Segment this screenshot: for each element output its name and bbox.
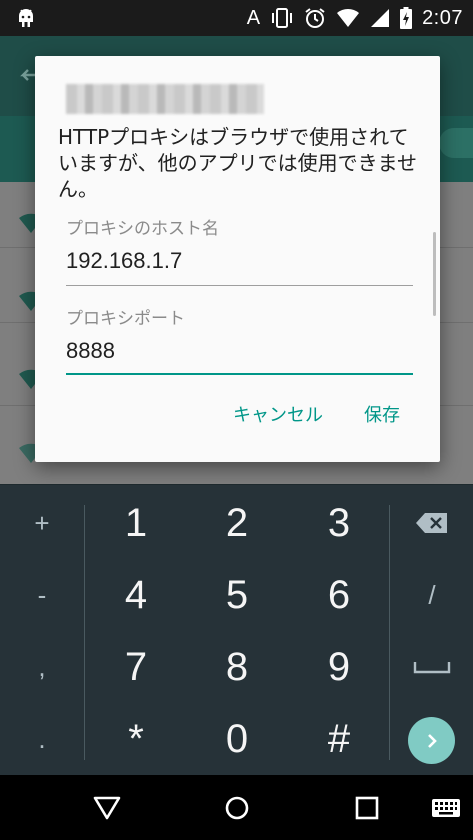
home-button[interactable] (215, 789, 259, 827)
go-key[interactable] (408, 717, 455, 764)
vibrate-icon (272, 8, 293, 28)
proxy-host-input[interactable] (66, 242, 413, 280)
android-icon (19, 9, 33, 27)
cancel-button[interactable]: キャンセル (233, 396, 323, 436)
key-comma[interactable]: , (2, 631, 82, 703)
backspace-key[interactable] (392, 487, 472, 559)
key-hash[interactable]: # (289, 703, 389, 775)
key-5[interactable]: 5 (187, 559, 287, 631)
space-key[interactable] (392, 631, 472, 703)
alarm-icon (305, 8, 325, 28)
navigation-bar (0, 775, 473, 840)
host-field-label: プロキシのホスト名 (66, 219, 219, 239)
back-button[interactable] (85, 789, 129, 827)
ime-indicator: A (246, 6, 261, 29)
host-field-underline (66, 285, 413, 286)
signal-icon (371, 9, 390, 27)
space-icon (413, 662, 451, 674)
key-period[interactable]: . (2, 703, 82, 775)
port-field-underline (66, 373, 413, 375)
key-minus[interactable]: - (2, 559, 82, 631)
key-3[interactable]: 3 (289, 487, 389, 559)
dialog-title-redacted (66, 84, 264, 114)
wifi-icon (337, 8, 360, 27)
dialog-scrollbar[interactable] (433, 232, 436, 316)
keyboard-switch-icon (432, 799, 460, 817)
clock: 2:07 (422, 6, 463, 29)
key-1[interactable]: 1 (86, 487, 186, 559)
key-asterisk[interactable]: * (86, 703, 186, 775)
background-toggle (439, 128, 473, 158)
save-button[interactable]: 保存 (364, 396, 400, 436)
key-6[interactable]: 6 (289, 559, 389, 631)
key-2[interactable]: 2 (187, 487, 287, 559)
key-0[interactable]: 0 (187, 703, 287, 775)
key-plus[interactable]: + (2, 487, 82, 559)
dialog-message: HTTPプロキシはブラウザで使用されていますが、他のアプリでは使用できません。 (58, 125, 417, 201)
keyboard-divider (84, 505, 85, 760)
keyboard-divider (389, 505, 390, 760)
recents-icon (355, 796, 379, 820)
backspace-icon (416, 513, 447, 533)
key-4[interactable]: 4 (86, 559, 186, 631)
proxy-port-input[interactable] (66, 332, 413, 370)
key-9[interactable]: 9 (289, 631, 389, 703)
back-icon (93, 796, 121, 820)
key-slash[interactable]: / (392, 559, 472, 631)
keyboard-switch-button[interactable] (424, 789, 468, 827)
status-bar: A 2:07 (0, 0, 473, 36)
home-icon (225, 796, 249, 820)
dialog-scroll-area[interactable]: プロキシのホスト名 プロキシポート (35, 208, 440, 376)
key-8[interactable]: 8 (187, 631, 287, 703)
chevron-right-icon (427, 733, 437, 748)
proxy-dialog: HTTPプロキシはブラウザで使用されていますが、他のアプリでは使用できません。 … (35, 56, 440, 462)
battery-charging-icon (400, 7, 413, 29)
key-7[interactable]: 7 (86, 631, 186, 703)
port-field-label: プロキシポート (66, 309, 185, 329)
recents-button[interactable] (345, 789, 389, 827)
